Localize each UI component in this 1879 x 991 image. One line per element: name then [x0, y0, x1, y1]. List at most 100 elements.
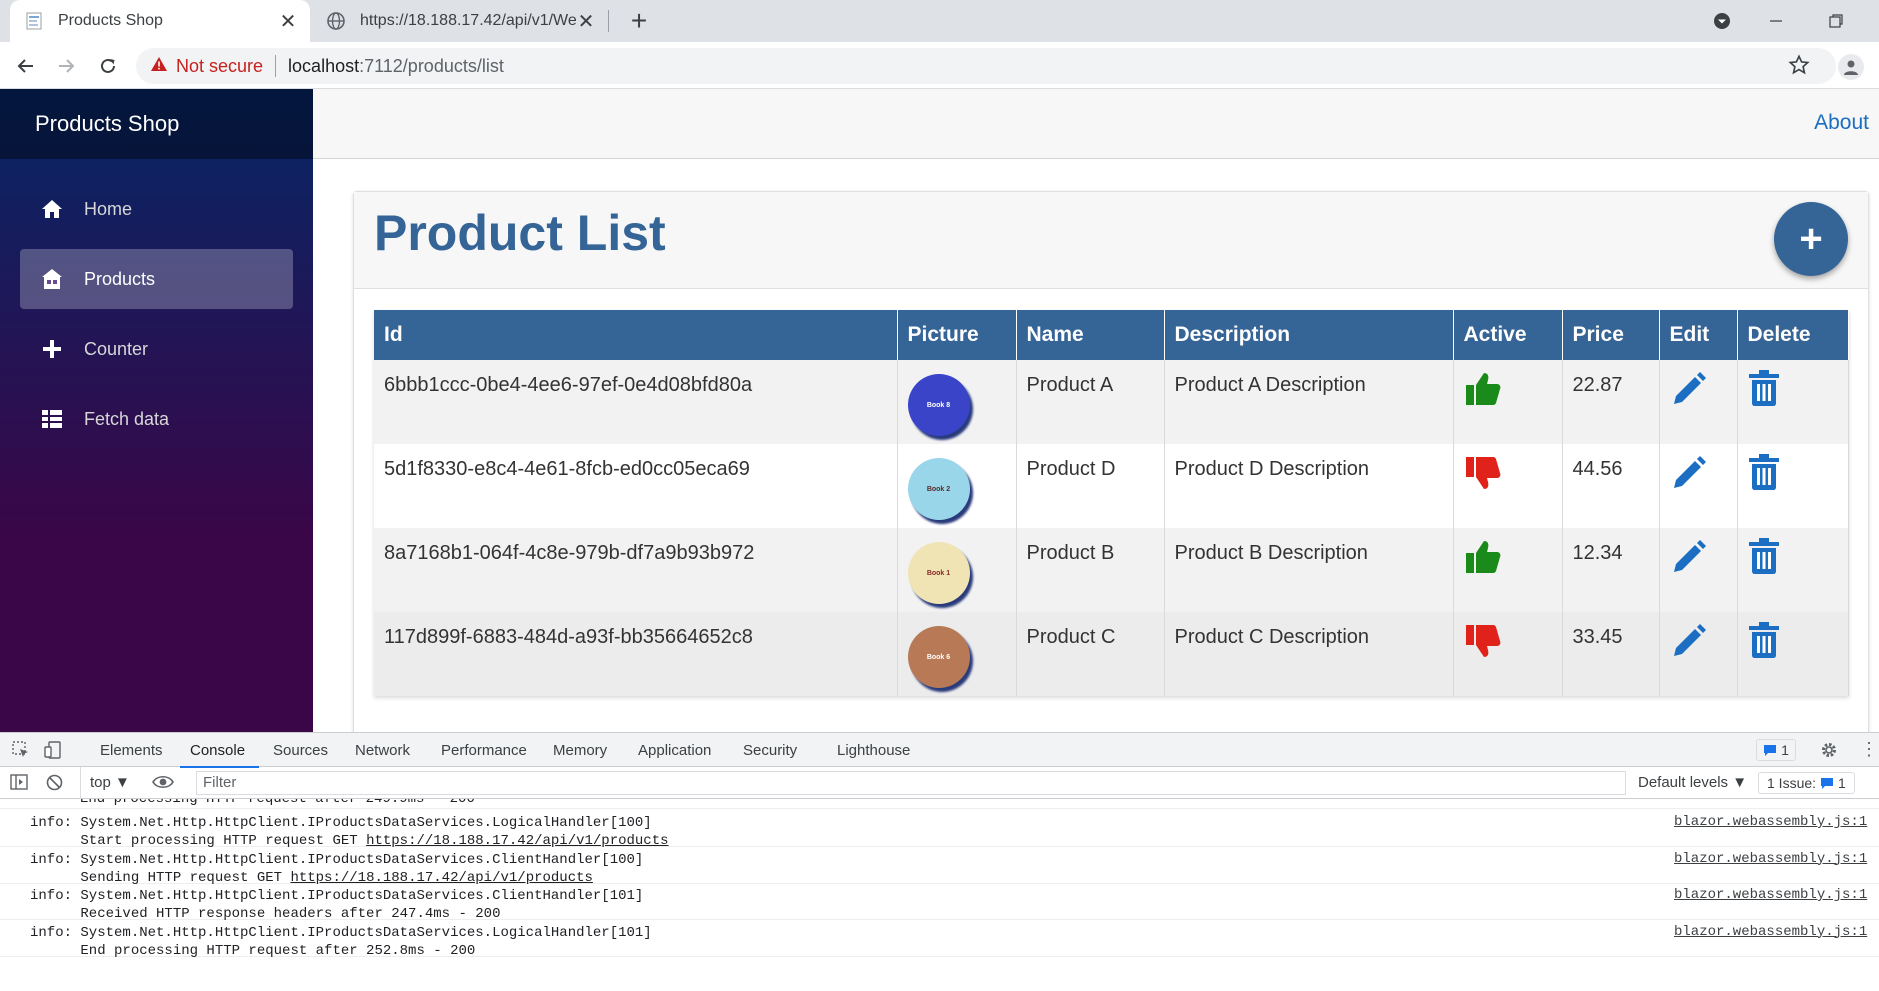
- thumbs-up-icon: [1464, 541, 1502, 581]
- about-link[interactable]: About: [1814, 111, 1869, 135]
- console-toolbar: top ▼ Filter Default levels ▼ 1 Issue: 1: [0, 767, 1879, 799]
- edit-pencil-icon[interactable]: [1670, 454, 1708, 498]
- brand-title[interactable]: Products Shop: [35, 111, 179, 137]
- log-source-link[interactable]: blazor.webassembly.js:1: [1674, 814, 1867, 830]
- cell-picture: Book 2: [897, 444, 1017, 528]
- product-list-card: Product List + Id Picture Name Descripti…: [353, 191, 1869, 751]
- devtools-tab-network[interactable]: Network: [355, 742, 410, 759]
- devtools-tab-security[interactable]: Security: [743, 742, 797, 759]
- log-detail: End processing HTTP request after 252.8m…: [30, 942, 476, 959]
- add-product-button[interactable]: +: [1774, 202, 1848, 276]
- product-name: Product D: [1026, 458, 1116, 480]
- log-source-link[interactable]: blazor.webassembly.js:1: [1674, 851, 1867, 867]
- devtools-tab-memory[interactable]: Memory: [553, 742, 607, 759]
- log-source-link[interactable]: blazor.webassembly.js:1: [1674, 887, 1867, 903]
- table-header-row: Id Picture Name Description Active Price…: [374, 310, 1849, 360]
- product-price: 12.34: [1572, 542, 1623, 564]
- cell-delete: [1737, 444, 1849, 528]
- reload-icon[interactable]: [92, 50, 124, 82]
- sidebar-item-counter[interactable]: Counter: [20, 319, 293, 379]
- thumbs-down-icon: [1464, 457, 1502, 497]
- column-header-id: Id: [374, 310, 898, 360]
- sidebar-item-home[interactable]: Home: [20, 179, 293, 239]
- warning-triangle-icon[interactable]: [150, 56, 168, 77]
- close-tab-icon[interactable]: ✕: [278, 9, 298, 34]
- sidebar-item-fetch-data[interactable]: Fetch data: [20, 389, 293, 449]
- cell-name: Product A: [1016, 360, 1165, 444]
- cell-id: 8a7168b1-064f-4c8e-979b-df7a9b93b972: [374, 528, 898, 612]
- column-header-picture: Picture: [897, 310, 1017, 360]
- delete-trash-icon[interactable]: [1748, 622, 1780, 664]
- messages-badge[interactable]: 1: [1756, 739, 1796, 761]
- cell-price: 12.34: [1562, 528, 1660, 612]
- product-id: 117d899f-6883-484d-a93f-bb35664652c8: [384, 626, 753, 648]
- eye-icon[interactable]: [152, 773, 174, 795]
- product-name: Product A: [1026, 374, 1114, 396]
- delete-trash-icon[interactable]: [1748, 538, 1780, 580]
- product-picture-thumbnail: Book 2: [907, 458, 970, 520]
- cell-delete: [1737, 612, 1849, 696]
- cell-name: Product B: [1016, 528, 1165, 612]
- sidebar-item-products[interactable]: Products: [20, 249, 293, 309]
- minimize-icon[interactable]: [1746, 0, 1806, 42]
- table-row: 6bbb1ccc-0be4-4ee6-97ef-0e4d08bfd80a Book…: [374, 360, 1849, 444]
- log-levels-dropdown[interactable]: Default levels ▼: [1638, 774, 1747, 791]
- sidebar-item-label: Counter: [84, 338, 149, 359]
- bookmark-star-icon[interactable]: [1788, 54, 1810, 81]
- console-log-entry: info: System.Net.Http.HttpClient.IProduc…: [0, 847, 1879, 886]
- home-icon: [40, 197, 64, 221]
- cell-picture: Book 1: [897, 528, 1017, 612]
- product-name: Product C: [1026, 626, 1116, 648]
- console-filter-input[interactable]: Filter: [196, 771, 1626, 795]
- devtools-tab-console[interactable]: Console: [179, 742, 260, 768]
- cell-name: Product C: [1016, 612, 1165, 696]
- delete-trash-icon[interactable]: [1748, 454, 1780, 496]
- sidebar-toggle-icon[interactable]: [10, 774, 28, 794]
- url-omnibox[interactable]: Not secure localhost:7112/products/list: [136, 48, 1836, 84]
- new-tab-plus-icon[interactable]: +: [624, 6, 654, 36]
- not-secure-label[interactable]: Not secure: [176, 56, 263, 77]
- devtools-tab-elements[interactable]: Elements: [100, 742, 163, 759]
- context-selector[interactable]: top ▼: [90, 774, 130, 791]
- forward-arrow-icon[interactable]: [50, 50, 82, 82]
- more-options-icon[interactable]: ⋮: [1860, 739, 1878, 760]
- column-header-description: Description: [1164, 310, 1454, 360]
- profile-avatar-icon[interactable]: [1838, 54, 1864, 80]
- edit-pencil-icon[interactable]: [1670, 538, 1708, 582]
- product-id: 5d1f8330-e8c4-4e61-8fcb-ed0cc05eca69: [384, 458, 750, 480]
- close-tab-icon[interactable]: ✕: [576, 9, 596, 34]
- omnibox-divider: [275, 55, 277, 77]
- restore-icon[interactable]: [1806, 0, 1866, 42]
- column-header-delete: Delete: [1737, 310, 1849, 360]
- devtools-tab-application[interactable]: Application: [638, 742, 711, 759]
- device-toolbar-icon[interactable]: [44, 741, 62, 763]
- issues-counter[interactable]: 1 Issue: 1: [1758, 772, 1855, 794]
- browser-tab-products-shop[interactable]: Products Shop ✕: [10, 0, 310, 42]
- message-icon: [1764, 744, 1777, 756]
- log-source-link[interactable]: blazor.webassembly.js:1: [1674, 924, 1867, 940]
- truncated-log-line: End processing HTTP request after 249.9m…: [0, 799, 1879, 809]
- clear-console-icon[interactable]: [46, 774, 63, 795]
- edit-pencil-icon[interactable]: [1670, 370, 1708, 414]
- inspect-element-icon[interactable]: [12, 741, 30, 763]
- thumbs-up-icon: [1464, 373, 1502, 413]
- browser-tab-strip: Products Shop ✕ https://18.188.17.42/api…: [0, 0, 1879, 42]
- browser-tab-api[interactable]: https://18.188.17.42/api/v1/Weat ✕: [316, 0, 606, 42]
- settings-gear-icon[interactable]: [1820, 741, 1838, 763]
- cell-id: 5d1f8330-e8c4-4e61-8fcb-ed0cc05eca69: [374, 444, 898, 528]
- picture-caption: Book 1: [926, 569, 951, 577]
- sidebar-item-label: Products: [84, 268, 156, 289]
- product-description: Product B Description: [1174, 542, 1368, 564]
- edit-pencil-icon[interactable]: [1670, 622, 1708, 666]
- top-row: About: [313, 89, 1879, 159]
- issues-count: 1: [1838, 775, 1846, 791]
- devtools-tab-sources[interactable]: Sources: [273, 742, 328, 759]
- delete-trash-icon[interactable]: [1748, 370, 1780, 412]
- cell-delete: [1737, 360, 1849, 444]
- devtools-tab-performance[interactable]: Performance: [441, 742, 527, 759]
- tab-search-icon[interactable]: [1692, 0, 1752, 42]
- back-arrow-icon[interactable]: [10, 50, 42, 82]
- product-picture-thumbnail: Book 1: [907, 542, 970, 604]
- devtools-tab-lighthouse[interactable]: Lighthouse: [837, 742, 910, 759]
- context-value: top: [90, 774, 111, 791]
